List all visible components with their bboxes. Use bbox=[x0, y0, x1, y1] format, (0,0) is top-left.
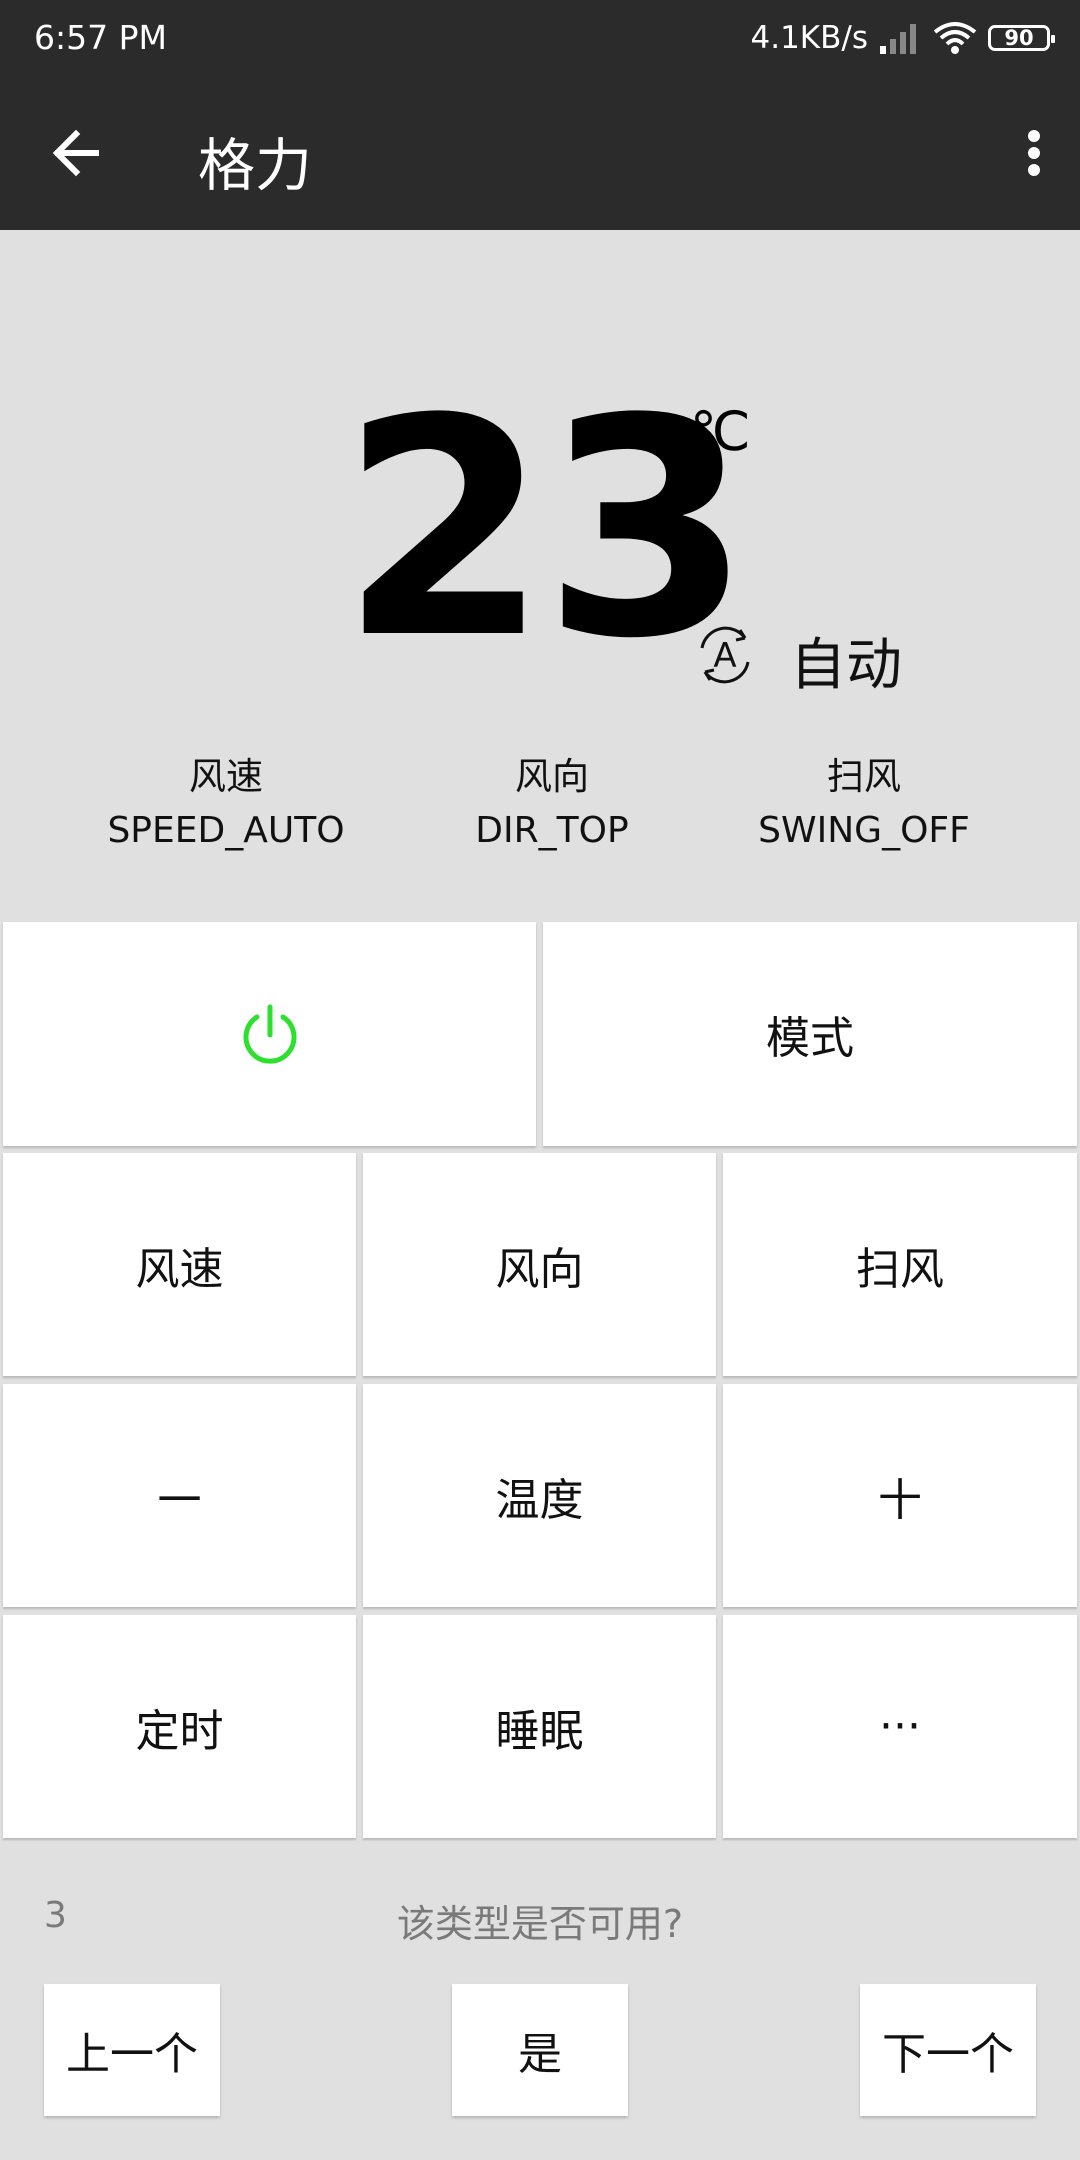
fan-direction-value: DIR_TOP bbox=[475, 810, 629, 851]
status-time: 6:57 PM bbox=[34, 18, 167, 57]
more-button-label: ··· bbox=[879, 1701, 921, 1752]
power-icon bbox=[243, 1004, 296, 1064]
more-button[interactable]: ··· bbox=[723, 1615, 1077, 1838]
net-speed: 4.1KB/s bbox=[750, 20, 869, 56]
fan-direction-button-label: 风向 bbox=[495, 1243, 584, 1295]
wifi-icon bbox=[933, 22, 977, 54]
yes-button-label: 是 bbox=[518, 2029, 562, 2080]
fan-speed-label: 风速 bbox=[189, 755, 263, 798]
battery-level: 90 bbox=[1004, 26, 1034, 50]
power-button[interactable] bbox=[3, 922, 536, 1146]
mode-button-label: 模式 bbox=[766, 1013, 854, 1064]
mode-label: 自动 bbox=[790, 633, 902, 698]
status-bar: 6:57 PM 4.1KB/s 90 bbox=[0, 0, 1080, 76]
timer-button[interactable]: 定时 bbox=[3, 1615, 356, 1838]
swing-status: 扫风 SWING_OFF bbox=[714, 750, 1014, 858]
swing-button[interactable]: 扫风 bbox=[723, 1153, 1077, 1376]
timer-button-label: 定时 bbox=[135, 1705, 224, 1757]
fan-direction-label: 风向 bbox=[515, 755, 589, 798]
previous-button[interactable]: 上一个 bbox=[44, 1984, 220, 2116]
fan-direction-status: 风向 DIR_TOP bbox=[402, 750, 702, 858]
fan-speed-status: 风速 SPEED_AUTO bbox=[76, 750, 376, 858]
next-button[interactable]: 下一个 bbox=[860, 1984, 1036, 2116]
swing-label: 扫风 bbox=[827, 755, 901, 798]
battery-indicator: 90 bbox=[988, 25, 1055, 51]
sleep-button[interactable]: 睡眠 bbox=[363, 1615, 716, 1838]
mode-button[interactable]: 模式 bbox=[543, 922, 1077, 1146]
fan-speed-button-label: 风速 bbox=[135, 1243, 224, 1295]
more-vert-icon[interactable] bbox=[1004, 116, 1064, 190]
fan-speed-value: SPEED_AUTO bbox=[107, 810, 345, 851]
ac-display: 23 ℃ A 自动 风速 SPEED_AUTO 风向 DIR_TOP 扫风 SW… bbox=[0, 230, 1080, 910]
plus-label: 十 bbox=[878, 1474, 922, 1526]
swing-button-label: 扫风 bbox=[856, 1243, 944, 1295]
yes-button[interactable]: 是 bbox=[452, 1984, 628, 2116]
auto-mode-icon: A bbox=[700, 626, 750, 684]
fan-speed-button[interactable]: 风速 bbox=[3, 1153, 356, 1376]
fan-direction-button[interactable]: 风向 bbox=[363, 1153, 716, 1376]
next-button-label: 下一个 bbox=[882, 2029, 1014, 2080]
temperature-button-label: 温度 bbox=[495, 1474, 584, 1526]
availability-question: 该类型是否可用? bbox=[396, 1902, 684, 1946]
minus-label: 一 bbox=[157, 1474, 202, 1526]
temperature-value: 23 bbox=[340, 355, 751, 704]
page-title: 格力 bbox=[198, 133, 312, 199]
signal-icon bbox=[880, 24, 916, 54]
temperature-down-button[interactable]: 一 bbox=[3, 1384, 356, 1607]
app-bar: 格力 bbox=[0, 76, 1080, 230]
temperature-button[interactable]: 温度 bbox=[363, 1384, 716, 1607]
temperature-up-button[interactable]: 十 bbox=[723, 1384, 1077, 1607]
status-icons: 4.1KB/s 90 bbox=[750, 16, 1055, 60]
temperature-unit: ℃ bbox=[690, 400, 751, 463]
svg-text:A: A bbox=[713, 636, 736, 676]
previous-button-label: 上一个 bbox=[66, 2029, 198, 2080]
back-arrow-icon[interactable] bbox=[40, 116, 114, 190]
swing-value: SWING_OFF bbox=[758, 810, 970, 851]
sleep-button-label: 睡眠 bbox=[495, 1705, 584, 1757]
